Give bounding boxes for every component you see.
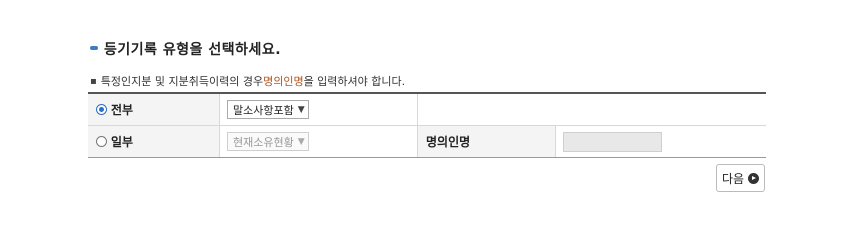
page-title: 등기기록 유형을 선택하세요. xyxy=(104,42,282,58)
partial-type-select-value: 현재소유현황 xyxy=(233,135,294,149)
next-button[interactable]: 다음 xyxy=(716,164,765,192)
section-heading: 등기기록 유형을 선택하세요. xyxy=(90,38,281,60)
radio-partial-label: 일부 xyxy=(111,135,134,149)
owner-name-label-cell: 명의인명 xyxy=(418,126,556,157)
notice-before: 특정인지분 및 지분취득이력의 경우 xyxy=(100,75,264,88)
radio-checked-icon[interactable] xyxy=(96,104,107,115)
heading-bullet-icon xyxy=(90,46,98,50)
row-full-empty xyxy=(418,94,766,125)
radio-partial[interactable]: 일부 xyxy=(88,126,220,157)
notice-text: ▪ 특정인지분 및 지분취득이력의 경우 명의인명 을 입력하셔야 합니다. xyxy=(90,73,405,89)
full-type-select-value: 말소사항포함 xyxy=(233,103,294,117)
arrow-right-circle-icon xyxy=(748,172,760,184)
owner-name-input[interactable] xyxy=(563,131,662,152)
radio-unchecked-icon[interactable] xyxy=(96,136,107,147)
row-partial: 일부 현재소유현황 ▼ 명의인명 xyxy=(88,125,766,157)
notice-highlight: 명의인명 xyxy=(263,75,304,88)
full-type-select[interactable]: 말소사항포함 ▼ xyxy=(227,100,309,119)
next-button-label: 다음 xyxy=(721,171,745,186)
notice-bullet-icon: ▪ xyxy=(90,75,97,87)
row-full: 전부 말소사항포함 ▼ xyxy=(88,94,766,125)
chevron-down-icon: ▼ xyxy=(297,104,305,115)
radio-full-label: 전부 xyxy=(111,103,134,117)
chevron-down-icon: ▼ xyxy=(297,136,305,147)
owner-name-label: 명의인명 xyxy=(426,135,471,149)
notice-after: 을 입력하셔야 합니다. xyxy=(303,75,406,88)
radio-full[interactable]: 전부 xyxy=(88,94,220,125)
record-type-form: 전부 말소사항포함 ▼ 일부 현재소유현황 ▼ 명의인명 xyxy=(88,92,766,158)
partial-type-select[interactable]: 현재소유현황 ▼ xyxy=(227,132,309,151)
